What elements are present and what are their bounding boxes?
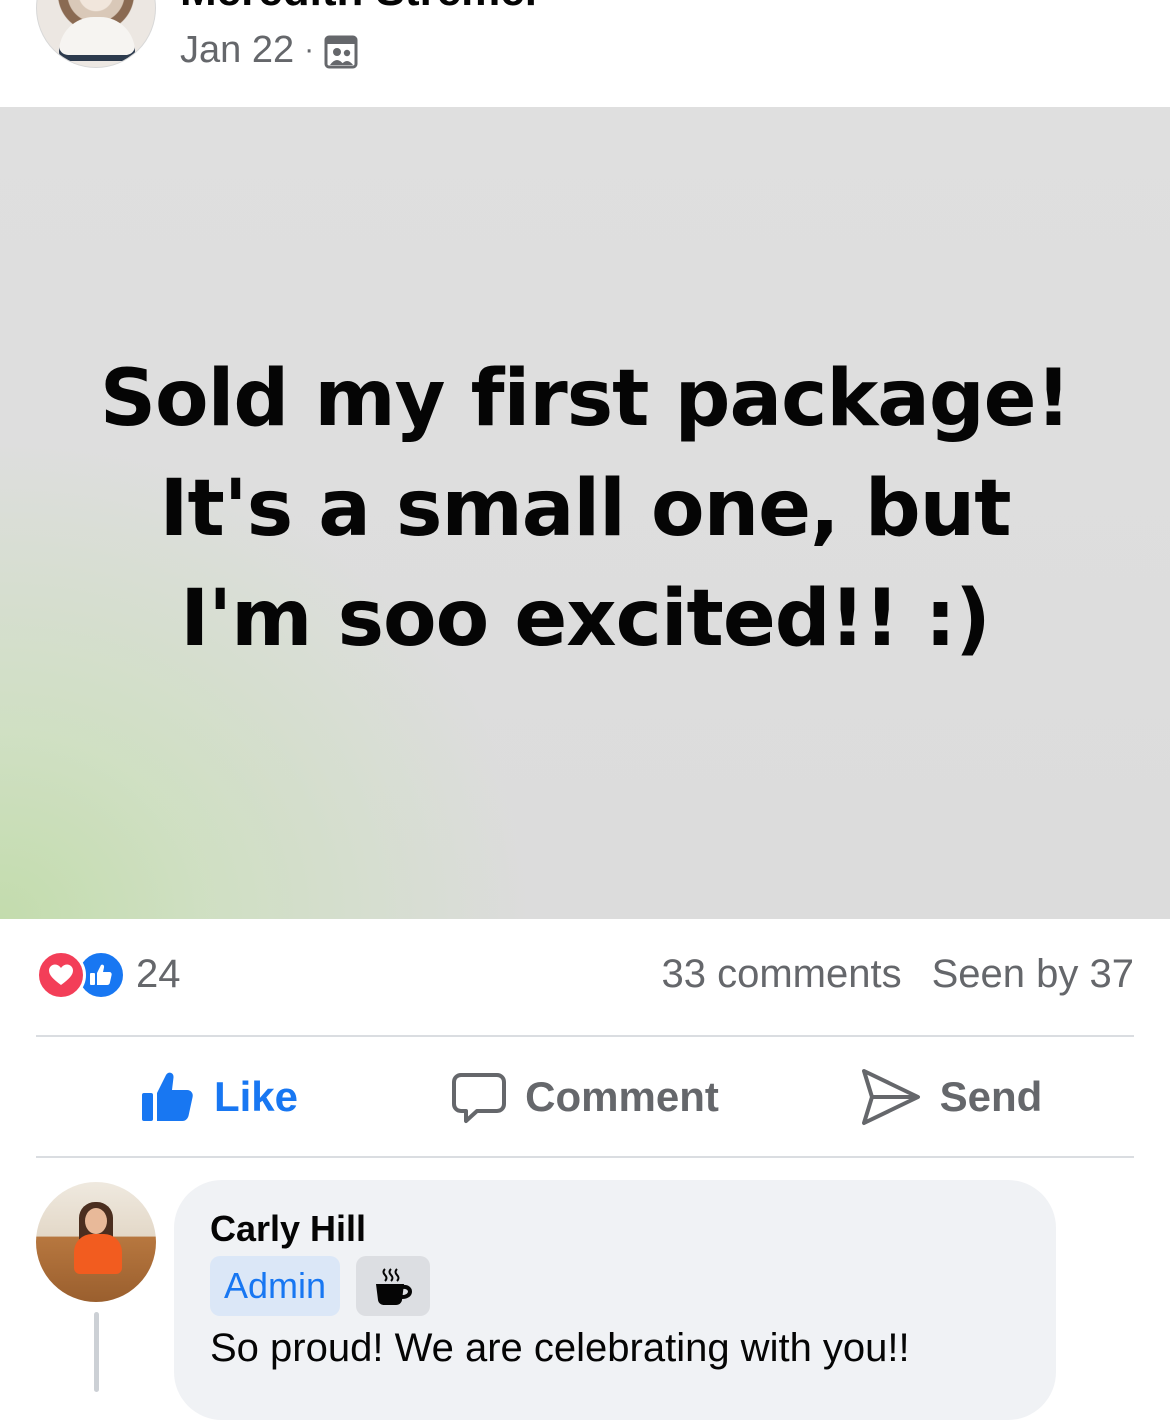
comments-count-link[interactable]: 33 comments [662, 952, 902, 997]
summary-stats: 33 comments Seen by 37 [662, 952, 1135, 997]
reaction-count: 24 [136, 952, 181, 996]
meta-separator: · [304, 33, 315, 66]
reactions-summary[interactable]: 24 [36, 948, 181, 1002]
post-text: Sold my first package! It's a small one,… [75, 344, 1095, 674]
send-label: Send [939, 1073, 1043, 1120]
comment-thread: Carly Hill Admin So proud! We are celebr… [0, 1160, 1170, 1420]
comment-label: Comment [525, 1073, 719, 1120]
author-avatar[interactable] [36, 0, 156, 68]
like-label: Like [213, 1073, 299, 1120]
avatar-figure [59, 17, 135, 61]
reply-thread-line [94, 1312, 99, 1392]
avatar-face [85, 1208, 107, 1234]
post-text-line: Sold my first package! [99, 354, 1071, 444]
post-background-card[interactable]: Sold my first package! It's a small one,… [0, 107, 1170, 919]
commenter-name[interactable]: Carly Hill [210, 1208, 1020, 1250]
author-name[interactable]: Meredith Stremel [180, 0, 537, 16]
send-button[interactable]: Send [768, 1038, 1134, 1156]
commenter-avatar[interactable] [36, 1182, 156, 1302]
love-reaction-icon [36, 949, 86, 1000]
group-members-icon [324, 35, 358, 69]
post-text-line: It's a small one, but [159, 464, 1012, 554]
comment-bubble[interactable]: Carly Hill Admin So proud! We are celebr… [174, 1180, 1056, 1420]
seen-by-link[interactable]: Seen by 37 [932, 952, 1134, 997]
post-action-bar: Like Comment Send [36, 1038, 1134, 1158]
commenter-badges: Admin [210, 1256, 1020, 1316]
admin-badge[interactable]: Admin [210, 1256, 341, 1316]
post-date[interactable]: Jan 22 [180, 29, 294, 72]
comment-button[interactable]: Comment [402, 1038, 768, 1156]
coffee-cup-icon[interactable] [356, 1256, 431, 1316]
post-meta: Jan 22 · [180, 28, 358, 72]
comment-text: So proud! We are celebrating with you!! [210, 1326, 910, 1370]
avatar-figure [74, 1234, 122, 1274]
post-text-line: I'm soo excited!! :) [180, 574, 990, 664]
thumbs-up-icon [141, 1072, 193, 1121]
comment-bubble-icon [452, 1073, 507, 1123]
engagement-summary: 24 33 comments Seen by 37 [36, 920, 1134, 1037]
like-button[interactable]: Like [36, 1038, 402, 1156]
post-header: Meredith Stremel Jan 22 · [0, 0, 1170, 107]
send-arrow-icon [861, 1069, 920, 1125]
